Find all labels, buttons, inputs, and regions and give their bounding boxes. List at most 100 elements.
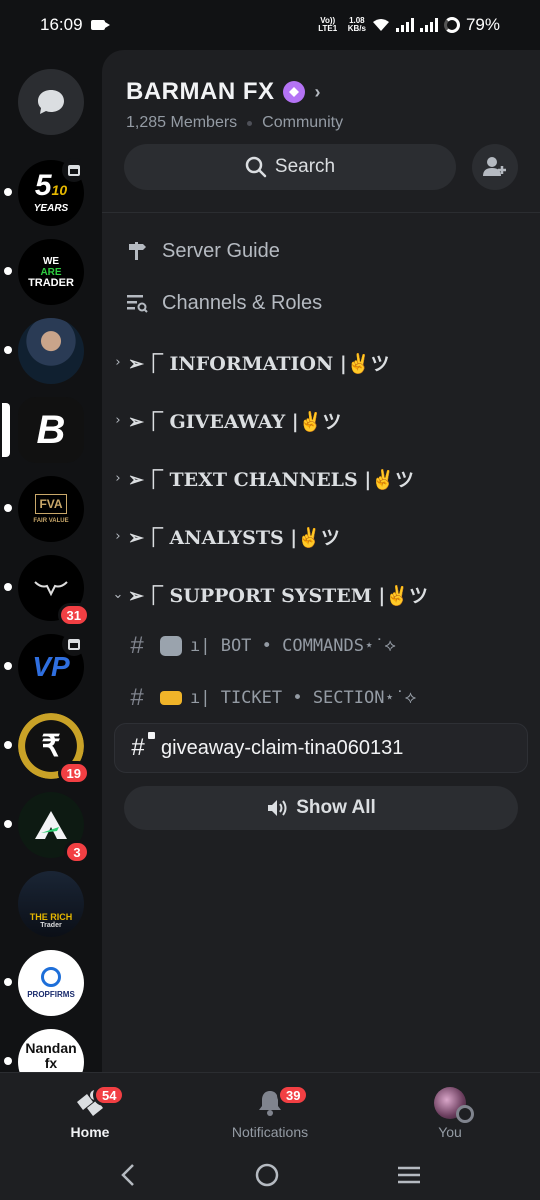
speaker-icon xyxy=(268,800,287,816)
member-count: 1,285 Members xyxy=(126,114,238,131)
mention-badge: 31 xyxy=(57,603,90,627)
search-label: Search xyxy=(274,156,336,177)
unread-indicator xyxy=(4,1057,12,1065)
app-screen: 16:09 Vo)) LTE1 1.08 KB/s 79% 510 YEARS … xyxy=(0,0,540,1200)
channel-giveaway-claim[interactable]: # giveaway-claim-tina060131 xyxy=(114,723,528,773)
server-guide-item[interactable]: Server Guide xyxy=(124,236,518,266)
unread-indicator xyxy=(4,978,12,986)
avatar xyxy=(434,1087,474,1123)
battery-icon xyxy=(443,17,460,33)
home-badge: 54 xyxy=(93,1084,126,1106)
show-all-button[interactable]: Show All xyxy=(124,786,518,830)
search-button[interactable]: Search xyxy=(124,144,456,190)
chevron-right-icon: › xyxy=(115,470,121,486)
chat-bubble-icon xyxy=(38,90,64,114)
unread-indicator xyxy=(4,346,12,354)
server-icon-we-are-trader[interactable]: WE ARE TRADER xyxy=(4,239,84,305)
server-icon-rupee[interactable]: ₹ 19 xyxy=(4,713,90,785)
status-time: 16:09 xyxy=(40,15,83,34)
unread-indicator xyxy=(4,583,12,591)
notifications-icon-wrap: 39 xyxy=(257,1084,310,1120)
system-navigation-bar xyxy=(0,1150,540,1200)
notifications-badge: 39 xyxy=(277,1084,310,1106)
chevron-right-icon: › xyxy=(314,81,321,102)
home-label: Home xyxy=(70,1124,110,1140)
signpost-icon xyxy=(124,240,150,262)
channel-label: ı| BOT • COMMANDS⋆˙⟡ xyxy=(190,636,396,656)
server-icon-bull[interactable]: 31 xyxy=(4,555,90,627)
recents-icon[interactable] xyxy=(396,1165,422,1185)
network-speed-unit: KB/s xyxy=(347,24,366,33)
server-icon-5years[interactable]: 510 YEARS xyxy=(4,158,86,226)
server-icon-photo[interactable] xyxy=(4,318,84,384)
server-guide-label: Server Guide xyxy=(162,239,280,262)
tab-you[interactable]: You xyxy=(360,1073,540,1150)
event-calendar-icon xyxy=(62,158,86,182)
server-icon-vp[interactable]: VP xyxy=(4,632,86,700)
channel-ticket-section[interactable]: # ı| TICKET • SECTION⋆˙⟡ xyxy=(124,683,518,713)
you-label: You xyxy=(438,1124,462,1140)
server-icon-propfirms[interactable]: PROPFIRMS xyxy=(4,950,84,1016)
category-label: ➢⎾ INFORMATION |✌️ツ xyxy=(128,352,390,375)
you-icon-wrap xyxy=(434,1086,474,1123)
category-analysts[interactable]: › ➢⎾ ANALYSTS |✌️ツ xyxy=(110,521,518,551)
locked-hash-icon: # xyxy=(125,732,155,762)
category-giveaway[interactable]: › ➢⎾ GIVEAWAY |✌️ツ xyxy=(110,405,518,435)
chevron-right-icon: › xyxy=(115,354,121,370)
wifi-icon xyxy=(372,19,389,31)
event-calendar-icon xyxy=(62,632,86,656)
mention-badge: 19 xyxy=(57,761,90,785)
notifications-label: Notifications xyxy=(231,1124,309,1140)
category-label: ➢⎾ ANALYSTS |✌️ツ xyxy=(128,526,340,549)
server-icon-b[interactable]: B xyxy=(2,397,84,463)
robot-emoji-icon xyxy=(160,636,182,656)
server-icon-nandan[interactable]: Nandan fx xyxy=(4,1029,84,1072)
channels-roles-item[interactable]: Channels & Roles xyxy=(124,288,518,318)
tab-home[interactable]: 54 Home xyxy=(0,1073,180,1150)
hash-icon: # xyxy=(130,632,144,659)
channels-list-icon xyxy=(124,292,150,314)
category-label: ➢⎾ SUPPORT SYSTEM |✌️ツ xyxy=(128,584,429,607)
server-panel: BARMAN FX › 1,285 Members Community Sear… xyxy=(102,50,540,1072)
server-header[interactable]: BARMAN FX › 1,285 Members Community xyxy=(102,50,540,132)
unread-indicator xyxy=(4,741,12,749)
direct-messages-button[interactable] xyxy=(18,69,84,135)
network-speed: 1.08 KB/s xyxy=(348,17,366,33)
unread-indicator xyxy=(4,188,12,196)
chevron-right-icon: › xyxy=(115,528,121,544)
boost-badge-icon xyxy=(282,81,305,103)
chevron-right-icon: › xyxy=(115,412,121,428)
server-rail: 510 YEARS WE ARE TRADER B FVA FAIR VALUE… xyxy=(0,50,102,1072)
server-type: Community xyxy=(262,114,344,131)
unread-indicator xyxy=(4,267,12,275)
bull-logo-icon xyxy=(34,581,68,597)
channel-label: giveaway-claim-tina060131 xyxy=(161,736,404,759)
category-label: ➢⎾ GIVEAWAY |✌️ツ xyxy=(128,410,342,433)
server-meta: 1,285 Members Community xyxy=(126,114,516,132)
category-information[interactable]: › ➢⎾ INFORMATION |✌️ツ xyxy=(110,347,518,377)
home-circle-icon[interactable] xyxy=(254,1162,280,1188)
server-title[interactable]: BARMAN FX › xyxy=(126,78,516,106)
network-type: Vo)) LTE1 xyxy=(318,16,338,33)
mention-badge: 3 xyxy=(64,840,90,864)
unread-indicator xyxy=(4,820,12,828)
channel-bot-commands[interactable]: # ı| BOT • COMMANDS⋆˙⟡ xyxy=(124,631,518,661)
hash-icon: # xyxy=(130,684,144,711)
server-icon-rich-trader[interactable]: THE RICH Trader xyxy=(18,871,84,937)
status-bar: 16:09 Vo)) LTE1 1.08 KB/s 79% xyxy=(0,0,540,50)
category-support-system[interactable]: ⌄ ➢⎾ SUPPORT SYSTEM |✌️ツ xyxy=(110,579,518,609)
show-all-label: Show All xyxy=(296,797,376,818)
signal-1-icon xyxy=(395,18,414,32)
bottom-navigation: 54 Home 39 Notifications You xyxy=(0,1072,540,1150)
server-icon-fva[interactable]: FVA FAIR VALUE xyxy=(4,476,84,542)
invite-members-button[interactable] xyxy=(472,144,518,190)
add-user-icon xyxy=(483,157,506,176)
unread-indicator xyxy=(4,662,12,670)
search-row: Search xyxy=(102,132,540,190)
battery-percent: 79% xyxy=(465,15,500,34)
tab-notifications[interactable]: 39 Notifications xyxy=(180,1073,360,1150)
back-icon[interactable] xyxy=(118,1163,138,1187)
category-text-channels[interactable]: › ➢⎾ TEXT CHANNELS |✌️ツ xyxy=(110,463,518,493)
screen-record-icon xyxy=(90,20,110,30)
server-icon-a[interactable]: 3 xyxy=(4,792,90,864)
